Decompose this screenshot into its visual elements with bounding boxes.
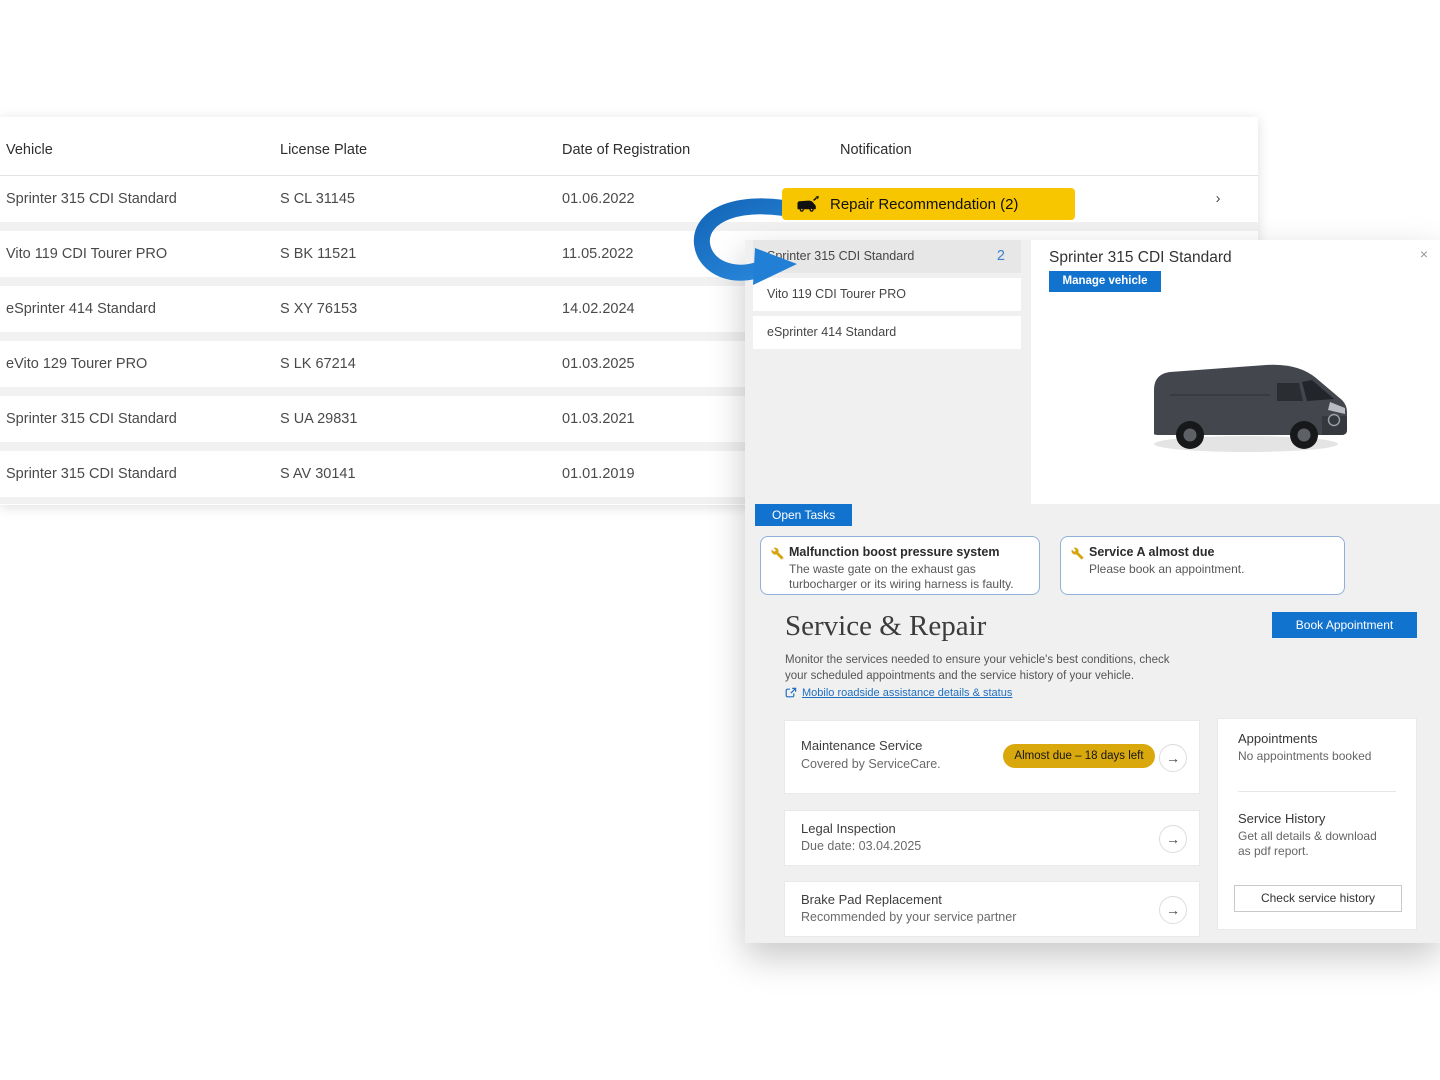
service-item-title: Brake Pad Replacement	[801, 892, 942, 907]
repair-recommendation-label: Repair Recommendation (2)	[830, 196, 1018, 213]
cell-vehicle: eVito 129 Tourer PRO	[6, 341, 147, 387]
service-item-subtitle: Covered by ServiceCare.	[801, 757, 941, 771]
service-item-title: Legal Inspection	[801, 821, 896, 836]
service-item-brake-pad[interactable]: Brake Pad Replacement Recommended by you…	[784, 881, 1200, 937]
cell-license-plate: S UA 29831	[280, 396, 357, 442]
service-item-legal-inspection[interactable]: Legal Inspection Due date: 03.04.2025 →	[784, 810, 1200, 866]
vehicle-list-item[interactable]: eSprinter 414 Standard	[753, 316, 1021, 349]
table-header: Vehicle License Plate Date of Registrati…	[0, 117, 1258, 176]
col-header-date-of-registration: Date of Registration	[562, 142, 690, 158]
service-item-subtitle: Due date: 03.04.2025	[801, 839, 921, 853]
vehicle-list-label: Sprinter 315 CDI Standard	[767, 249, 914, 263]
cell-date: 01.03.2025	[562, 341, 635, 387]
task-title: Malfunction boost pressure system	[789, 545, 999, 559]
divider	[1238, 791, 1396, 792]
cell-vehicle: Sprinter 315 CDI Standard	[6, 176, 177, 222]
vehicle-image	[1126, 338, 1366, 460]
cell-vehicle: Sprinter 315 CDI Standard	[6, 396, 177, 442]
mobilo-assistance-link[interactable]: Mobilo roadside assistance details & sta…	[785, 687, 1012, 699]
wrench-icon	[771, 547, 784, 560]
appointments-text: No appointments booked	[1238, 749, 1371, 764]
service-repair-description: Monitor the services needed to ensure yo…	[785, 652, 1185, 684]
vehicle-overlay-panel: Sprinter 315 CDI Standard 2 Vito 119 CDI…	[745, 240, 1440, 943]
service-item-maintenance[interactable]: Maintenance Service Covered by ServiceCa…	[784, 720, 1200, 794]
service-item-title: Maintenance Service	[801, 738, 922, 753]
mobilo-assistance-link-label: Mobilo roadside assistance details & sta…	[802, 687, 1012, 699]
wrench-icon	[1071, 547, 1084, 560]
service-history-title: Service History	[1238, 811, 1325, 826]
repair-recommendation-button[interactable]: Repair Recommendation (2)	[782, 188, 1075, 220]
appointments-title: Appointments	[1238, 731, 1318, 746]
vehicle-list-label: Vito 119 CDI Tourer PRO	[767, 287, 906, 301]
appointments-history-card: Appointments No appointments booked Serv…	[1217, 718, 1417, 930]
task-card[interactable]: Malfunction boost pressure system The wa…	[760, 536, 1040, 595]
cell-license-plate: S XY 76153	[280, 286, 357, 332]
cell-vehicle: Sprinter 315 CDI Standard	[6, 451, 177, 497]
task-body: The waste gate on the exhaust gas turboc…	[789, 562, 1029, 592]
cell-vehicle: eSprinter 414 Standard	[6, 286, 156, 332]
manage-vehicle-button[interactable]: Manage vehicle	[1049, 271, 1161, 292]
task-card[interactable]: Service A almost due Please book an appo…	[1060, 536, 1345, 595]
cell-date: 01.06.2022	[562, 176, 635, 222]
service-repair-heading: Service & Repair	[785, 610, 986, 643]
arrow-right-button[interactable]: →	[1159, 896, 1187, 924]
vehicle-list-item[interactable]: Vito 119 CDI Tourer PRO	[753, 278, 1021, 311]
service-item-subtitle: Recommended by your service partner	[801, 910, 1016, 924]
arrow-right-button[interactable]: →	[1159, 744, 1187, 772]
task-title: Service A almost due	[1089, 545, 1215, 559]
cell-date: 01.01.2019	[562, 451, 635, 497]
notification-count-badge: 2	[997, 240, 1005, 273]
close-icon[interactable]: ×	[1420, 246, 1428, 262]
cell-date: 11.05.2022	[562, 231, 634, 277]
col-header-license-plate: License Plate	[280, 142, 367, 158]
col-header-notification: Notification	[840, 142, 912, 158]
arrow-right-button[interactable]: →	[1159, 825, 1187, 853]
book-appointment-button[interactable]: Book Appointment	[1272, 612, 1417, 638]
cell-license-plate: S AV 30141	[280, 451, 356, 497]
task-body: Please book an appointment.	[1089, 562, 1329, 577]
service-history-text: Get all details & download as pdf report…	[1238, 829, 1378, 859]
cell-license-plate: S CL 31145	[280, 176, 355, 222]
vehicle-detail-card: Sprinter 315 CDI Standard × Manage vehic…	[1031, 240, 1440, 504]
cell-date: 01.03.2021	[562, 396, 635, 442]
open-tasks-tab[interactable]: Open Tasks	[755, 504, 852, 526]
chevron-right-icon[interactable]: ›	[1208, 176, 1228, 222]
cell-license-plate: S BK 11521	[280, 231, 356, 277]
cell-date: 14.02.2024	[562, 286, 635, 332]
cell-vehicle: Vito 119 CDI Tourer PRO	[6, 231, 167, 277]
vehicle-list-item[interactable]: Sprinter 315 CDI Standard 2	[753, 240, 1021, 273]
col-header-vehicle: Vehicle	[6, 142, 53, 158]
check-service-history-button[interactable]: Check service history	[1234, 885, 1402, 912]
vehicle-detail-title: Sprinter 315 CDI Standard	[1049, 249, 1232, 267]
cell-license-plate: S LK 67214	[280, 341, 356, 387]
service-van-icon	[796, 196, 820, 213]
due-status-badge: Almost due – 18 days left	[1003, 744, 1155, 768]
row-separator	[0, 222, 1258, 231]
vehicle-list-label: eSprinter 414 Standard	[767, 325, 896, 339]
external-link-icon	[785, 687, 797, 699]
